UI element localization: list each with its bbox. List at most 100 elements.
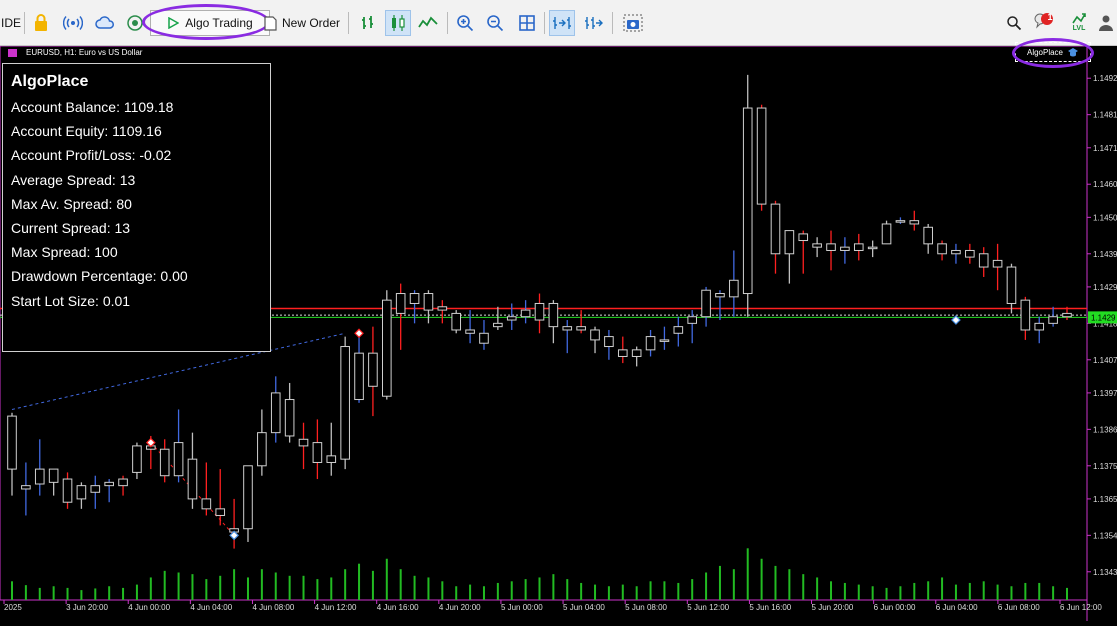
info-row: Drawdown Percentage: 0.00 bbox=[11, 268, 188, 285]
expert-name: AlgoPlace bbox=[1026, 47, 1064, 57]
new-order-label: New Order bbox=[281, 16, 340, 30]
candlestick-icon[interactable] bbox=[385, 10, 411, 36]
y-tick-label: 1.1365 bbox=[1093, 495, 1117, 504]
volume-bar bbox=[233, 569, 236, 600]
expert-advisor-badge[interactable]: AlgoPlace bbox=[1015, 42, 1091, 62]
lock-icon[interactable] bbox=[28, 10, 54, 36]
graduation-cap-icon bbox=[1068, 48, 1079, 57]
search-icon[interactable] bbox=[1001, 10, 1027, 36]
volume-bar bbox=[177, 572, 180, 600]
candle-body bbox=[867, 246, 878, 250]
candle-body bbox=[798, 233, 809, 242]
screenshot-icon[interactable] bbox=[620, 10, 646, 36]
volume-bar bbox=[66, 587, 69, 600]
cloud-icon[interactable] bbox=[92, 10, 118, 36]
toolbar-separator bbox=[348, 12, 349, 34]
volume-bar bbox=[566, 579, 569, 600]
ide-button[interactable]: IDE bbox=[0, 10, 22, 36]
market-icon[interactable] bbox=[122, 10, 148, 36]
candle-body bbox=[1006, 266, 1017, 304]
volume-bar bbox=[857, 584, 860, 600]
candle-body bbox=[687, 316, 698, 324]
candle-body bbox=[159, 448, 170, 477]
volume-bar bbox=[1066, 587, 1068, 600]
volume-bar bbox=[344, 569, 347, 600]
volume-bar bbox=[635, 586, 638, 600]
tile-windows-icon[interactable] bbox=[514, 10, 540, 36]
algo-trading-button[interactable]: Algo Trading bbox=[150, 10, 270, 36]
candle-body bbox=[756, 107, 767, 205]
candle-body bbox=[909, 220, 920, 225]
volume-bar bbox=[260, 569, 263, 600]
volume-bar bbox=[399, 569, 402, 600]
candle-body bbox=[465, 329, 475, 334]
chart-title: EURUSD, H1: Euro vs US Dollar bbox=[26, 48, 142, 57]
candle-body bbox=[118, 478, 128, 487]
account-icon[interactable] bbox=[1093, 10, 1117, 36]
candle-body bbox=[520, 309, 531, 318]
x-tick-label: 4 Jun 20:00 bbox=[439, 603, 481, 612]
play-icon bbox=[168, 17, 180, 29]
x-tick-label: 3 Jun 20:00 bbox=[66, 603, 108, 612]
level-button[interactable]: LVL bbox=[1066, 10, 1092, 36]
candle-body bbox=[48, 468, 59, 483]
candle-body bbox=[840, 246, 850, 251]
candle-body bbox=[90, 485, 101, 493]
candle-body bbox=[992, 259, 1003, 268]
candle-body bbox=[1020, 299, 1031, 331]
candle-body bbox=[1034, 322, 1045, 331]
chart-shift-icon[interactable] bbox=[580, 10, 606, 36]
signals-icon[interactable] bbox=[60, 10, 86, 36]
candle-body bbox=[978, 253, 989, 268]
volume-bar bbox=[649, 581, 652, 600]
volume-bar bbox=[441, 581, 444, 600]
candle-body bbox=[590, 329, 600, 341]
toolbar-separator bbox=[24, 12, 25, 34]
candle-body bbox=[673, 326, 684, 334]
candle-body bbox=[562, 326, 573, 331]
candle-body bbox=[243, 465, 253, 530]
candle-body bbox=[937, 243, 947, 255]
volume-bar bbox=[455, 586, 458, 600]
candle-body bbox=[326, 455, 337, 463]
candle-body bbox=[715, 293, 725, 298]
candle-body bbox=[965, 249, 975, 258]
volume-bar bbox=[816, 577, 819, 600]
volume-bar bbox=[11, 581, 13, 600]
y-tick-label: 1.1407 bbox=[1093, 356, 1117, 365]
candle-body bbox=[853, 243, 864, 251]
candle-body bbox=[548, 302, 559, 328]
candle-body bbox=[187, 458, 198, 500]
volume-bar bbox=[996, 584, 999, 600]
bar-chart-icon[interactable] bbox=[355, 10, 381, 36]
zoom-in-icon[interactable] bbox=[452, 10, 478, 36]
toolbar-separator bbox=[447, 12, 448, 34]
volume-bar bbox=[219, 575, 222, 600]
autoscroll-icon[interactable] bbox=[549, 10, 575, 36]
volume-bar bbox=[371, 570, 374, 600]
notifications-icon[interactable]: 1 bbox=[1031, 10, 1057, 36]
volume-bar bbox=[191, 574, 194, 600]
line-chart-icon[interactable] bbox=[415, 10, 441, 36]
volume-bar bbox=[302, 575, 305, 600]
candle-body bbox=[257, 432, 267, 467]
candle-body bbox=[7, 415, 17, 470]
candle-body bbox=[701, 289, 711, 318]
candle-body bbox=[173, 442, 184, 477]
candle-body bbox=[201, 498, 212, 510]
x-tick-label: 4 Jun 08:00 bbox=[252, 603, 294, 612]
volume-bar bbox=[108, 586, 111, 600]
candle-body bbox=[437, 306, 448, 311]
current-price-label: 1.1429 bbox=[1091, 313, 1116, 322]
x-tick-label: 6 Jun 00:00 bbox=[874, 603, 916, 612]
x-tick-label: 6 Jun 12:00 bbox=[1060, 603, 1102, 612]
y-tick-label: 1.1471 bbox=[1093, 144, 1117, 153]
volume-bar bbox=[135, 584, 138, 600]
volume-bar bbox=[982, 581, 985, 600]
volume-bar bbox=[122, 587, 125, 600]
volume-bar bbox=[413, 575, 416, 600]
new-order-button[interactable]: New Order bbox=[260, 10, 344, 36]
info-row: Current Spread: 13 bbox=[11, 219, 131, 236]
zoom-out-icon[interactable] bbox=[482, 10, 508, 36]
volume-bar bbox=[552, 574, 555, 600]
